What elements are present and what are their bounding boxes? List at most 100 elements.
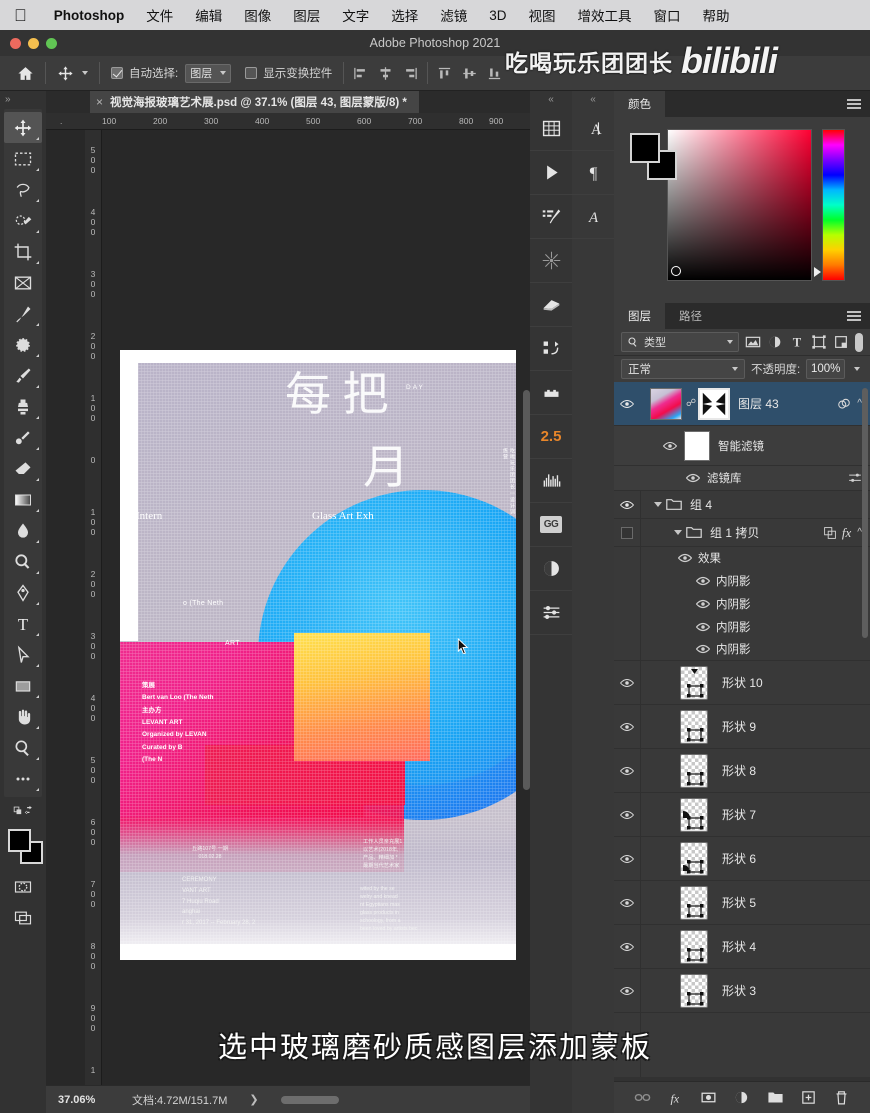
layer-row-group-4[interactable]: 组 4 — [614, 491, 870, 519]
filter-shape-icon[interactable] — [811, 333, 827, 352]
layer-visibility-toggle[interactable] — [614, 722, 640, 732]
layer-row-shape[interactable]: 形状 10 — [614, 661, 870, 705]
panel-sparkle[interactable] — [530, 239, 572, 283]
align-top-icon[interactable] — [436, 66, 453, 81]
layer-name[interactable]: 组 4 — [690, 496, 712, 513]
add-layer-style-button[interactable]: fx — [665, 1087, 687, 1109]
layer-visibility-toggle[interactable] — [614, 399, 640, 409]
layer-visibility-toggle[interactable] — [614, 854, 640, 864]
panel-adjustments[interactable] — [530, 547, 572, 591]
layer-thumbnail[interactable] — [680, 753, 708, 788]
menu-3d[interactable]: 3D — [478, 8, 517, 23]
menu-select[interactable]: 选择 — [380, 5, 429, 25]
layer-visibility-toggle[interactable] — [614, 898, 640, 908]
link-icon[interactable]: ☍ — [686, 398, 696, 409]
panel-actions[interactable] — [530, 327, 572, 371]
smart-filter-mask-thumbnail[interactable] — [684, 430, 710, 461]
layer-thumbnails[interactable]: ☍ — [650, 387, 730, 420]
layers-scrollbar[interactable] — [862, 388, 868, 638]
tool-more[interactable] — [4, 763, 42, 794]
layer-visibility-toggle[interactable] — [614, 986, 640, 996]
new-layer-button[interactable] — [797, 1087, 819, 1109]
layer-row-shape[interactable]: 形状 3 — [614, 969, 870, 1013]
delete-layer-button[interactable] — [830, 1087, 852, 1109]
chevron-right-icon[interactable]: ❯ — [249, 1093, 258, 1106]
layer-visibility-toggle[interactable] — [614, 678, 640, 688]
layer-row-badges[interactable]: ^ — [837, 382, 862, 425]
layer-visibility-toggle[interactable] — [614, 766, 640, 776]
tool-spot-healing[interactable] — [4, 329, 42, 360]
layer-row-smart-filters[interactable]: 智能滤镜 — [614, 426, 870, 466]
tool-marquee[interactable] — [4, 143, 42, 174]
hamburger-icon[interactable] — [847, 99, 861, 109]
layer-visibility-toggle[interactable] — [614, 810, 640, 820]
filter-visibility-toggle[interactable] — [684, 473, 702, 483]
filter-pixel-icon[interactable] — [745, 333, 761, 352]
filter-type-icon[interactable]: T — [789, 333, 805, 352]
layer-row-shape[interactable]: 形状 4 — [614, 925, 870, 969]
layer-list[interactable]: ☍ 图层 43 ^ 智能滤镜 滤镜库 组 4 组 1 拷贝 fx ^ 效果 内阴… — [614, 382, 870, 1077]
menu-layer[interactable]: 图层 — [282, 5, 331, 25]
layer-thumbnail[interactable] — [680, 797, 708, 832]
tool-history-brush[interactable] — [4, 422, 42, 453]
menu-file[interactable]: 文件 — [135, 5, 184, 25]
group-expand-icon[interactable] — [674, 530, 682, 535]
hue-strip-selector[interactable] — [814, 267, 821, 277]
layer-thumbnail[interactable] — [680, 885, 708, 920]
menu-type[interactable]: 文字 — [331, 5, 380, 25]
layer-row-group-1-copy[interactable]: 组 1 拷贝 fx ^ — [614, 519, 870, 547]
edit-toolbar-button[interactable] — [0, 797, 46, 823]
menu-plugins[interactable]: 增效工具 — [567, 5, 643, 25]
filter-toggle-pill[interactable] — [855, 332, 863, 352]
layer-row-badges[interactable]: fx ^ — [824, 519, 862, 546]
layer-mask-thumbnail[interactable] — [698, 387, 730, 420]
layer-thumbnail[interactable] — [650, 387, 682, 420]
menu-window[interactable]: 窗口 — [643, 5, 692, 25]
active-tool-move[interactable] — [50, 56, 95, 91]
layer-name[interactable]: 形状 10 — [722, 674, 763, 691]
layer-name[interactable]: 形状 9 — [722, 718, 756, 735]
tab-layers[interactable]: 图层 — [614, 303, 665, 329]
auto-select-dropdown[interactable]: 图层 — [185, 63, 232, 83]
foreground-color-swatch[interactable] — [8, 829, 31, 852]
rail-collapse-button[interactable]: « — [530, 91, 572, 107]
tools-collapse-button[interactable]: » — [0, 91, 46, 107]
color-panel-body[interactable] — [614, 117, 870, 303]
tool-path-selection[interactable] — [4, 639, 42, 670]
layer-row-effect-inner-shadow[interactable]: 内阴影 — [614, 638, 870, 661]
hue-strip[interactable] — [822, 129, 845, 281]
tool-eraser[interactable] — [4, 453, 42, 484]
tool-rectangle[interactable] — [4, 670, 42, 701]
apple-icon[interactable]:  — [14, 7, 27, 24]
tool-zoom[interactable] — [4, 732, 42, 763]
menu-edit[interactable]: 编辑 — [184, 5, 233, 25]
opacity-stepper[interactable] — [851, 367, 863, 371]
tool-brush[interactable] — [4, 360, 42, 391]
tool-eyedropper[interactable] — [4, 298, 42, 329]
layer-visibility-toggle[interactable] — [614, 942, 640, 952]
auto-select-group[interactable]: 自动选择: 图层 — [104, 56, 238, 91]
color-field-selector[interactable] — [671, 266, 681, 276]
canvas-vertical-scrollbar[interactable] — [523, 390, 530, 790]
home-button[interactable] — [10, 56, 41, 91]
vertical-ruler[interactable]: 5 0 0 4 0 0 3 0 0 2 0 0 1 0 0 0 1 0 0 2 … — [85, 130, 102, 1085]
canvas-area[interactable]: . 100 200 300 400 500 600 700 800 900 5 … — [46, 113, 530, 1085]
layer-row-filter-gallery[interactable]: 滤镜库 — [614, 466, 870, 491]
show-transform-checkbox[interactable] — [245, 67, 258, 79]
rail-collapse-button-2[interactable]: « — [572, 91, 614, 107]
quick-mask-button[interactable] — [0, 871, 46, 902]
tool-clone-stamp[interactable] — [4, 391, 42, 422]
link-layers-button[interactable] — [632, 1087, 654, 1109]
layer-name[interactable]: 形状 5 — [722, 894, 756, 911]
menu-filter[interactable]: 滤镜 — [429, 5, 478, 25]
filter-settings[interactable] — [848, 466, 862, 490]
panel-table[interactable] — [530, 107, 572, 151]
effect-visibility-toggle[interactable] — [694, 599, 712, 609]
group-visibility-toggle[interactable] — [614, 526, 640, 539]
new-adjustment-layer-button[interactable] — [731, 1087, 753, 1109]
color-foreground-swatch[interactable] — [630, 133, 660, 163]
group-visibility-toggle[interactable] — [614, 500, 640, 510]
effects-visibility-toggle[interactable] — [676, 553, 694, 563]
layer-row-smart-object[interactable]: ☍ 图层 43 ^ — [614, 382, 870, 426]
layer-thumbnail[interactable] — [680, 709, 708, 744]
